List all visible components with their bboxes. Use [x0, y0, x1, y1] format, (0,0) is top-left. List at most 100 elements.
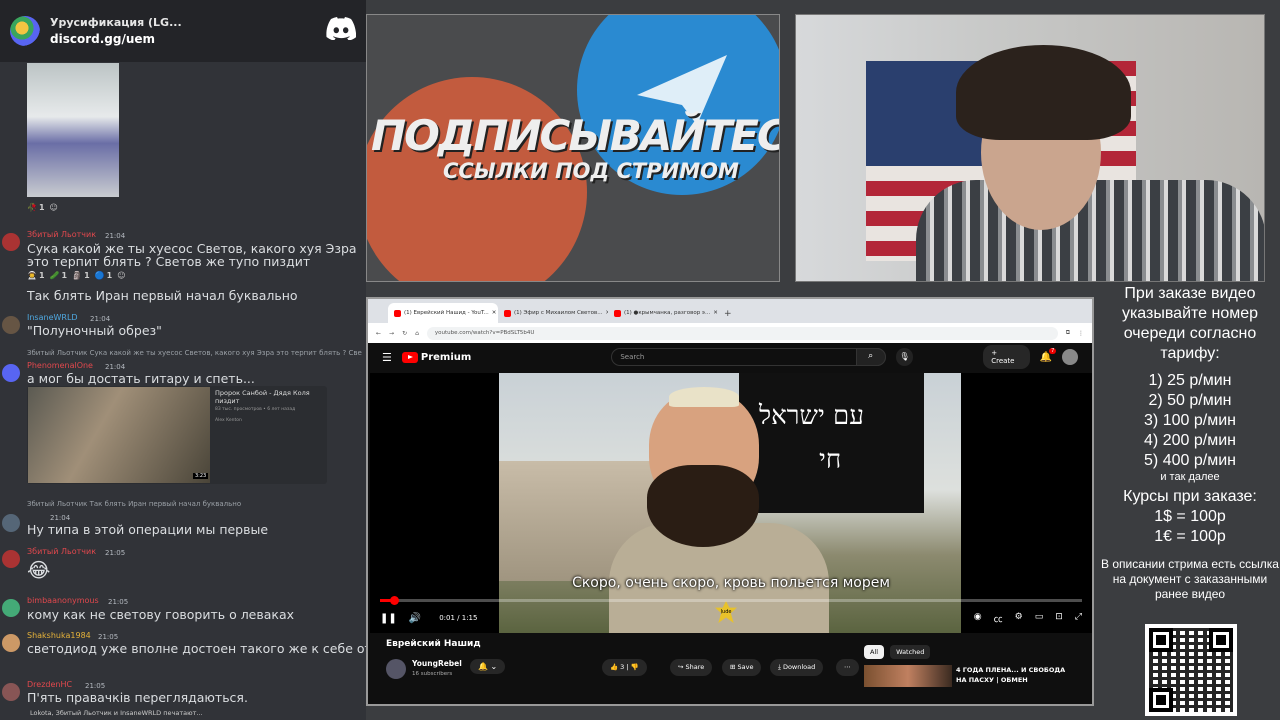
username[interactable]: PhenomenalOne: [27, 361, 93, 370]
server-icon: [10, 16, 40, 46]
address-bar-row: ← → ↻ ⌂ youtube.com/watch?v=PBdSLT5b4U ⧉…: [368, 323, 1092, 343]
timestamp: 21:04: [90, 315, 111, 323]
reaction[interactable]: 👨‍🚀 1: [27, 271, 45, 280]
channel-name[interactable]: YoungRebel: [412, 659, 462, 668]
reactions[interactable]: 🥀 1 ☺: [27, 203, 58, 212]
forward-icon[interactable]: →: [389, 330, 394, 337]
microphone-icon[interactable]: 🎙: [895, 348, 914, 366]
hamburger-icon[interactable]: ☰: [382, 351, 392, 364]
tariff-item: 1) 25 р/мин: [1148, 372, 1232, 389]
username[interactable]: Збитый Льотчик: [27, 547, 96, 556]
message-text: П'ять правачків переглядаються.: [27, 690, 248, 705]
server-invite-link[interactable]: discord.gg/uem: [50, 32, 182, 46]
extensions-icon[interactable]: ⧉: [1066, 329, 1070, 337]
video-embed[interactable]: 3:23 Пророк Санбой - Дядя Коля пиздит 83…: [27, 386, 327, 484]
reactions[interactable]: 👨‍🚀 1 🥒 1 🗿 1 🔵 1 ☺: [27, 271, 126, 280]
username[interactable]: bimbaanonymous: [27, 596, 99, 605]
browser-tab[interactable]: (1) ●крымчанка, разговор э... ✕: [608, 303, 718, 323]
progress-bar[interactable]: [380, 596, 1082, 605]
username[interactable]: DrezdenHC: [27, 680, 72, 689]
avatar[interactable]: [2, 634, 20, 652]
reaction[interactable]: 🗿 1: [72, 271, 90, 280]
chip-watched[interactable]: Watched: [890, 645, 931, 659]
avatar[interactable]: [2, 233, 20, 251]
search-input[interactable]: Search ⌕: [611, 348, 886, 366]
video-title[interactable]: Пророк Санбой - Дядя Коля пиздит: [215, 389, 325, 405]
progress-scrubber[interactable]: [390, 596, 400, 605]
recommended-title[interactable]: 4 ГОДА ПЛЕНА... И СВОБОДА НА ПАСХУ | ОБМ…: [956, 665, 1076, 685]
avatar[interactable]: [2, 364, 20, 382]
add-reaction-icon[interactable]: ☺: [50, 203, 58, 212]
video-thumbnail[interactable]: [28, 387, 210, 483]
settings-gear-icon[interactable]: ⚙: [1015, 612, 1023, 625]
man-kippah: [669, 387, 739, 407]
browser-tab[interactable]: (1) Еврейский Нашид - YouT... ✕: [388, 303, 498, 323]
timestamp: 21:05: [105, 549, 126, 557]
video-player[interactable]: עם ישראל חי Jude Скоро, очень скоро, кро…: [370, 373, 1092, 633]
reply-preview[interactable]: Збитый Льотчик Так блять Иран первый нач…: [27, 500, 362, 508]
discord-chat-panel: Урусификация (LG... discord.gg/uem 🥀 1 ☺ …: [0, 0, 366, 720]
player-controls: ❚❚ 🔊 0:01 / 1:15 ◉ ㏄ ⚙ ▭ ⊡ ⤢: [380, 609, 1082, 627]
reply-preview[interactable]: Збитый Льотчик Сука какой же ты хуесос С…: [27, 349, 362, 357]
miniplayer-icon[interactable]: ▭: [1035, 612, 1044, 625]
account-avatar[interactable]: [1062, 349, 1078, 365]
reaction[interactable]: 🥒 1: [50, 271, 68, 280]
avatar[interactable]: [2, 550, 20, 568]
reaction[interactable]: 🔵 1: [95, 271, 113, 280]
tariff-item: 4) 200 р/мин: [1144, 432, 1236, 449]
attached-image[interactable]: [27, 63, 119, 197]
more-actions-icon[interactable]: ⋯: [836, 659, 859, 676]
create-button[interactable]: + Create: [983, 345, 1030, 369]
rules-heading: При заказе видео указывайте номер очеред…: [1121, 285, 1259, 362]
username[interactable]: Shakshuka1984: [27, 631, 91, 640]
add-reaction-icon[interactable]: ☺: [117, 271, 125, 280]
volume-icon[interactable]: 🔊: [409, 613, 421, 624]
tariff-item: 2) 50 р/мин: [1148, 392, 1232, 409]
close-icon[interactable]: ✕: [492, 310, 497, 316]
new-tab-icon[interactable]: +: [718, 309, 732, 323]
rates-heading: Курсы при заказе:: [1123, 488, 1257, 505]
message-text: "Полуночный обрез": [27, 323, 162, 338]
reload-icon[interactable]: ↻: [402, 330, 407, 337]
autoplay-icon[interactable]: ◉: [974, 612, 982, 625]
fullscreen-icon[interactable]: ⤢: [1075, 612, 1082, 625]
avatar[interactable]: [2, 683, 20, 701]
channel-avatar[interactable]: [386, 659, 406, 679]
save-button[interactable]: ⊞ Save: [722, 659, 762, 676]
url-field[interactable]: youtube.com/watch?v=PBdSLT5b4U: [426, 326, 1058, 340]
qr-finder: [1209, 628, 1233, 652]
avatar[interactable]: [2, 599, 20, 617]
avatar[interactable]: [2, 316, 20, 334]
subscription-bell-button[interactable]: 🔔 ⌄: [470, 659, 506, 674]
back-icon[interactable]: ←: [376, 330, 381, 337]
like-button[interactable]: 👍 3 | 👎: [602, 659, 647, 676]
username[interactable]: Збитый Льотчик: [27, 230, 96, 239]
qr-finder: [1149, 628, 1173, 652]
home-icon[interactable]: ⌂: [415, 330, 419, 337]
qr-code[interactable]: [1145, 624, 1237, 716]
streamer-hair: [956, 45, 1131, 140]
avatar[interactable]: [2, 514, 20, 532]
search-icon[interactable]: ⌕: [855, 348, 886, 366]
chip-all[interactable]: All: [864, 645, 885, 659]
username[interactable]: InsaneWRLD: [27, 313, 78, 322]
browser-tab[interactable]: (1) Эфир с Михаилом Светов...✕: [498, 303, 608, 323]
download-button[interactable]: ⤓ Download: [770, 659, 824, 676]
cast-icon[interactable]: ⊡: [1055, 612, 1063, 625]
video-frame[interactable]: עם ישראל חי Jude: [499, 373, 961, 633]
reaction[interactable]: 🥀 1: [27, 203, 45, 212]
recommended-thumbnail[interactable]: [864, 665, 952, 687]
notifications-bell-icon[interactable]: 🔔 7: [1040, 347, 1057, 363]
video-banner: [739, 373, 924, 513]
captions-icon[interactable]: ㏄: [994, 612, 1003, 625]
server-header[interactable]: Урусификация (LG... discord.gg/uem: [0, 0, 366, 62]
menu-icon[interactable]: ⋮: [1078, 330, 1084, 337]
recommended-video[interactable]: 4 ГОДА ПЛЕНА... И СВОБОДА НА ПАСХУ | ОБМ…: [864, 665, 1084, 687]
youtube-logo[interactable]: Premium: [401, 351, 471, 363]
pause-icon[interactable]: ❚❚: [380, 613, 397, 624]
youtube-favicon-icon: [504, 309, 511, 317]
notification-count: 7: [1049, 347, 1057, 354]
youtube-favicon-icon: [394, 309, 401, 317]
share-button[interactable]: ↪ Share: [670, 659, 713, 676]
rate-item: 1$ = 100р: [1154, 508, 1226, 525]
